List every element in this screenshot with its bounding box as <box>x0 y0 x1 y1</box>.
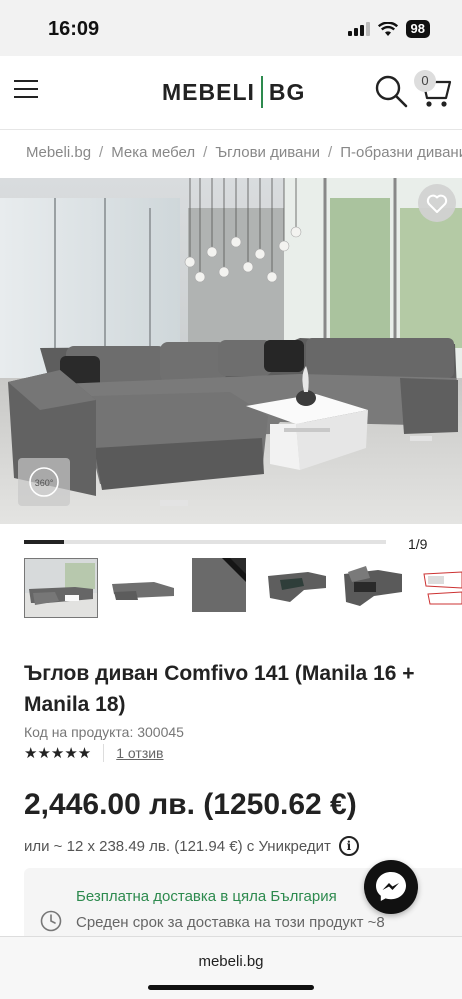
installment-text: или ~ 12 x 238.49 лв. (121.94 €) с Уникр… <box>24 837 331 855</box>
gallery-progress-fill <box>24 540 64 544</box>
logo-divider <box>260 76 263 108</box>
product-price: 2,446.00 лв. (1250.62 €) <box>24 788 357 821</box>
product-code: Код на продукта: 300045 <box>24 724 184 740</box>
thumbnail-3[interactable] <box>192 558 266 618</box>
messenger-chat-button[interactable] <box>364 860 418 914</box>
browser-bottom-bar: mebeli.bg <box>0 936 462 999</box>
status-icons: 98 <box>347 20 430 38</box>
breadcrumb: Mebeli.bg / Мека мебел / Ъглови дивани / П-обр… <box>26 144 462 161</box>
logo-text-left: MEBELI <box>162 78 255 105</box>
thumbnail-5[interactable] <box>340 558 414 618</box>
status-bar: 16:09 98 <box>0 0 462 56</box>
clock-icon <box>40 910 62 932</box>
thumbnail-6[interactable] <box>418 558 462 618</box>
messenger-icon <box>376 872 406 901</box>
info-icon[interactable]: i <box>338 836 359 856</box>
free-delivery-text: Безплатна доставка в цяла България <box>76 888 337 905</box>
360-icon: 360° <box>29 467 59 497</box>
product-title: Ъглов диван Comfivo 141 (Manila 16 + Man… <box>24 662 415 716</box>
thumbnail-4[interactable] <box>264 558 338 618</box>
home-indicator <box>148 985 314 990</box>
search-icon[interactable] <box>374 74 408 108</box>
breadcrumb-item-soft-furniture[interactable]: Мека мебел <box>111 144 195 161</box>
view-360-label: 360° <box>35 478 54 488</box>
rating-stars: ★★★★★ <box>24 745 92 762</box>
logo-text-right: BG <box>268 78 306 105</box>
reviews-link[interactable]: 1 отзив <box>116 745 163 761</box>
breadcrumb-item-corner-sofas[interactable]: Ъглови дивани <box>215 144 320 161</box>
site-header: MEBELI BG <box>0 56 462 130</box>
thumbnail-2[interactable] <box>106 558 180 618</box>
breadcrumb-item-home[interactable]: Mebeli.bg <box>26 144 91 161</box>
browser-url[interactable]: mebeli.bg <box>0 953 462 970</box>
menu-icon[interactable] <box>14 80 38 100</box>
gallery-progress-bar <box>24 540 386 544</box>
view-360-button[interactable]: 360° <box>18 458 70 506</box>
rating-divider <box>103 744 105 762</box>
wifi-icon <box>377 21 398 36</box>
signal-icon <box>347 22 370 36</box>
thumbnail-1[interactable] <box>24 558 98 618</box>
gallery-counter: 1/9 <box>408 536 428 552</box>
installment-info: или ~ 12 x 238.49 лв. (121.94 €) с Уникр… <box>24 836 359 856</box>
cart-count-badge: 0 <box>414 70 436 92</box>
status-time: 16:09 <box>48 18 100 40</box>
breadcrumb-item-u-shaped-sofas[interactable]: П-образни дивани <box>340 144 462 161</box>
battery-indicator: 98 <box>405 20 430 38</box>
delivery-time-text: Среден срок за доставка на този продукт … <box>76 914 385 931</box>
thumbnail-strip <box>0 558 462 622</box>
heart-icon[interactable] <box>418 184 456 222</box>
product-rating: ★★★★★ 1 отзив <box>24 744 164 762</box>
site-logo[interactable]: MEBELI BG <box>162 76 305 108</box>
